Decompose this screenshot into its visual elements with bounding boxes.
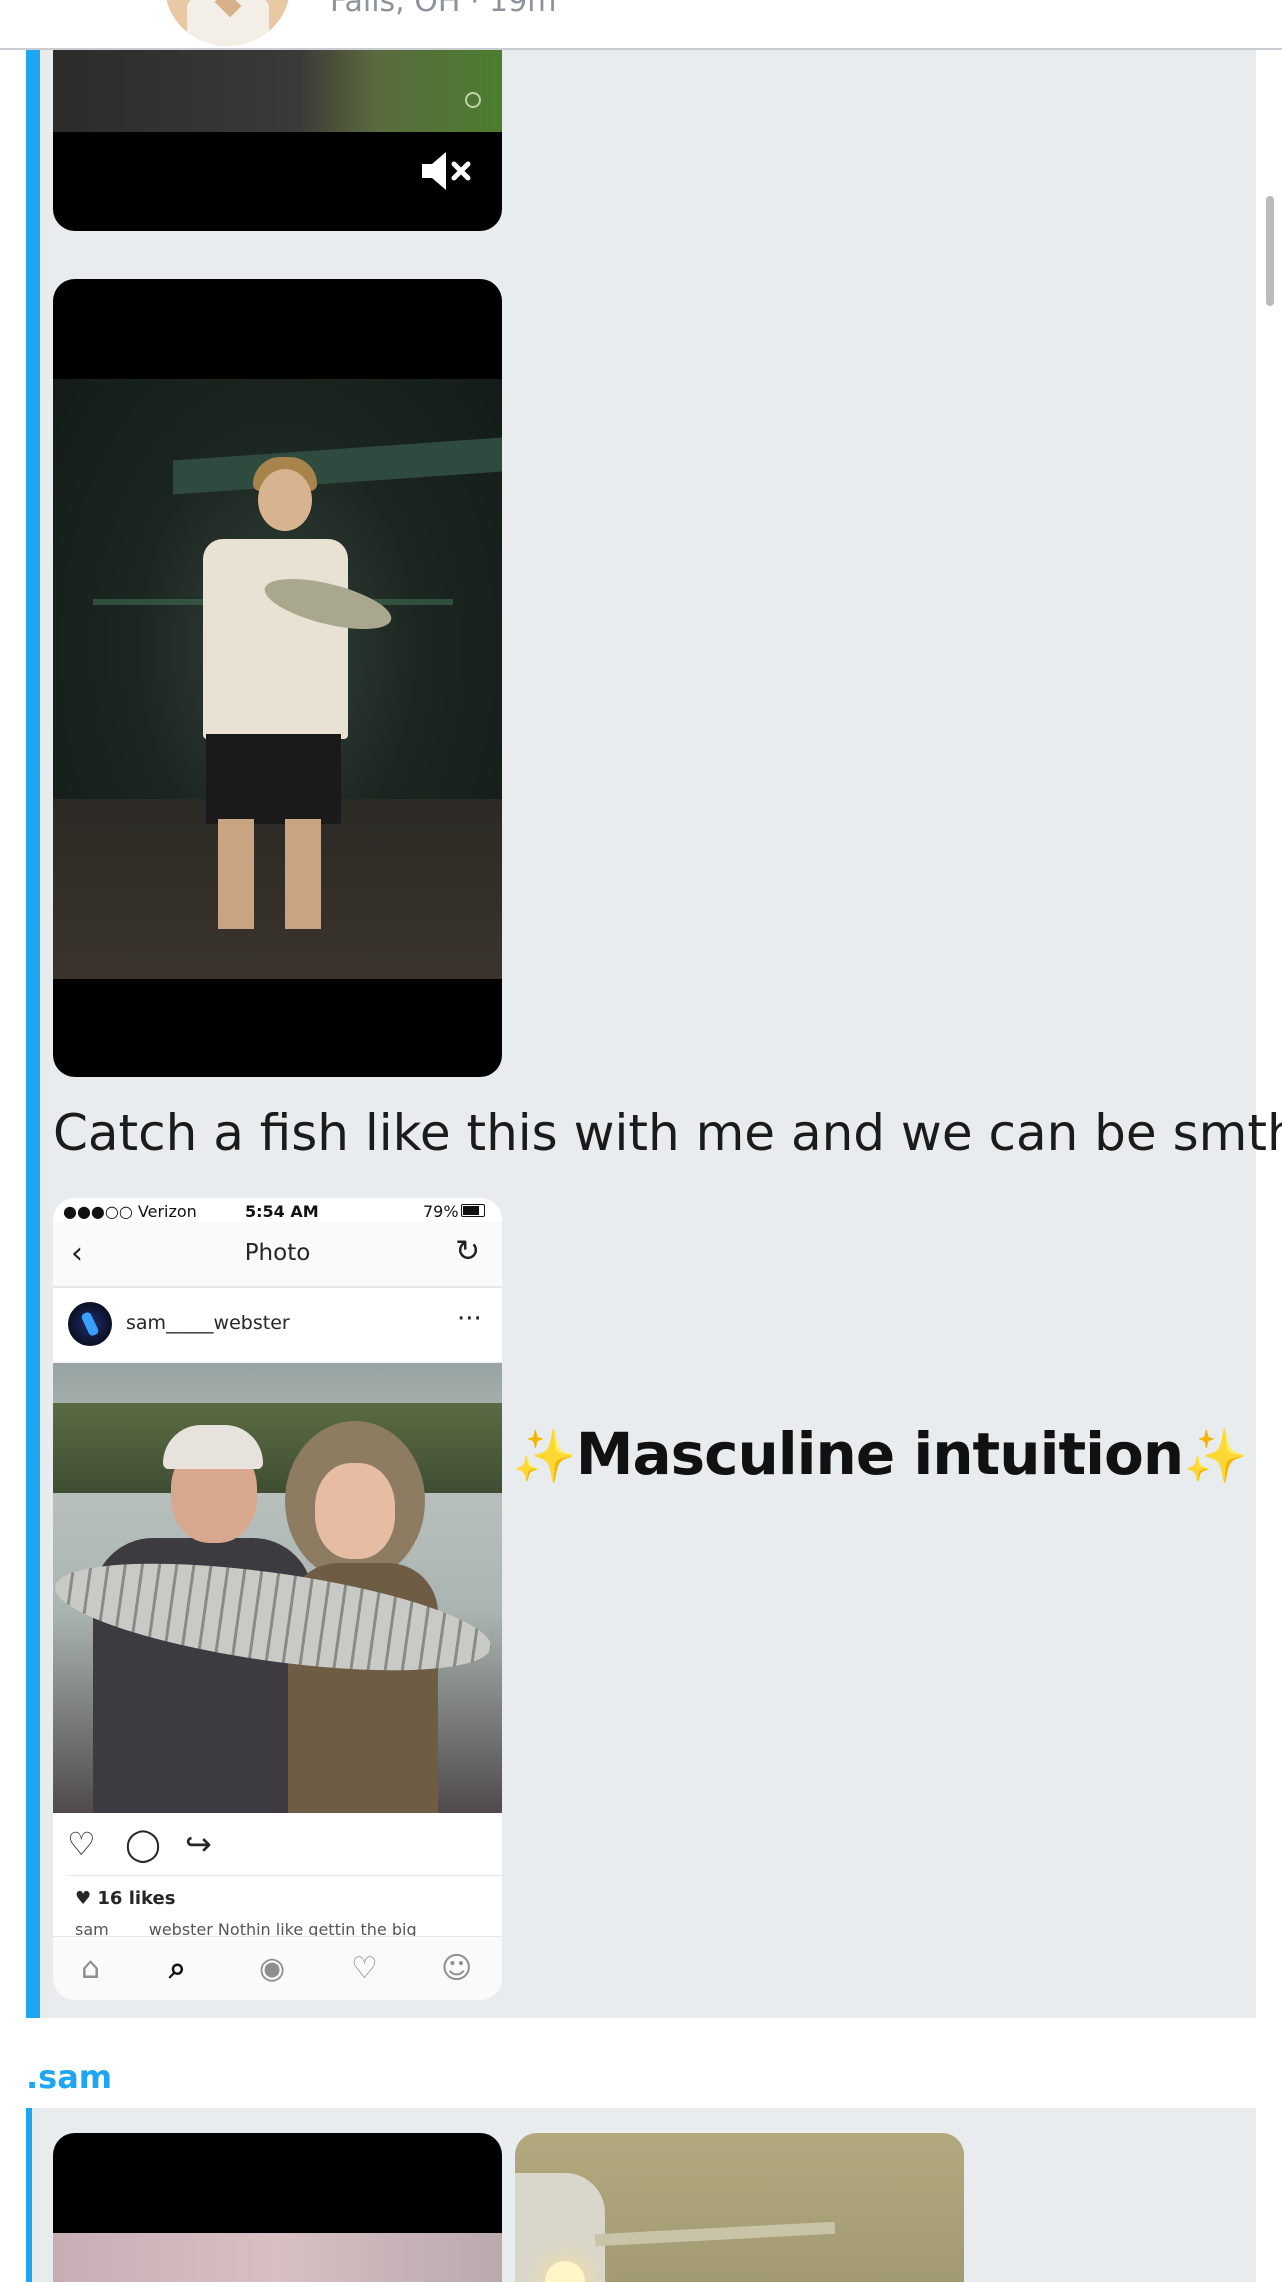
overlay-caption-text: Masculine intuition	[575, 1420, 1184, 1488]
post-accent-bar	[26, 48, 40, 2018]
profile-location: Falls, OH · 19m	[330, 0, 557, 19]
tree-line	[53, 1403, 502, 1493]
post-author[interactable]: .sam	[26, 2058, 112, 2096]
tab-bar: ⌂ ⌕ ◉ ♡ ☺	[53, 1936, 502, 2000]
fan-blade	[594, 2221, 836, 2247]
share-icon: ↪	[185, 1825, 212, 1863]
carrier-text: ●●●○○ Verizon	[63, 1202, 197, 1221]
home-icon: ⌂	[81, 1951, 101, 1986]
camera-icon: ◉	[259, 1951, 286, 1986]
speaker-mute-icon-svg	[422, 152, 471, 190]
video-watermark	[465, 92, 481, 108]
status-bar: ●●●○○ Verizon 5:54 AM 79%	[53, 1198, 502, 1222]
boat-canopy	[173, 437, 502, 495]
nav-title: Photo	[244, 1240, 311, 1266]
battery-icon	[461, 1204, 485, 1217]
video-thumbnail[interactable]	[53, 2133, 502, 2282]
activity-heart-icon: ♡	[351, 1951, 378, 1986]
heart-icon: ♡	[67, 1825, 96, 1863]
search-icon: ⌕	[169, 1951, 186, 1986]
person-leg	[218, 819, 254, 929]
photo-nav-bar: ‹ Photo ↻	[53, 1222, 502, 1288]
post-header: sam_____webster ···	[53, 1288, 502, 1363]
photo-thumbnail[interactable]	[515, 2133, 964, 2282]
fish-photo	[53, 379, 502, 979]
refresh-icon: ↻	[455, 1234, 481, 1269]
clock-text: 5:54 AM	[245, 1202, 319, 1221]
boat-deck	[53, 799, 502, 979]
boy-face	[315, 1463, 395, 1559]
person-shorts	[206, 734, 341, 824]
person-shirt	[203, 539, 348, 739]
person-leg	[285, 819, 321, 929]
post-actions: ♡ ◯ ↪	[67, 1815, 502, 1876]
fish-photo-card[interactable]	[53, 279, 502, 1077]
person-head	[258, 469, 312, 531]
video-player[interactable]	[53, 48, 502, 231]
speaker-mute-icon[interactable]	[413, 148, 483, 198]
scrollbar-thumb[interactable]	[1266, 196, 1274, 306]
sunset-sky	[53, 2233, 502, 2282]
fishing-photo	[53, 1363, 502, 1813]
user-avatar	[68, 1302, 112, 1346]
post-caption: Catch a fish like this with me and we ca…	[53, 1104, 1282, 1162]
video-frame	[53, 48, 502, 132]
likes-count: ♥ 16 likes	[75, 1888, 176, 1909]
instagram-screenshot[interactable]: ●●●○○ Verizon 5:54 AM 79% ‹ Photo ↻ sam_…	[53, 1198, 502, 2000]
more-options-icon: ···	[457, 1304, 482, 1334]
top-bar: Falls, OH · 19m	[0, 0, 1282, 50]
comment-icon: ◯	[125, 1825, 161, 1863]
sparkles-icon: ✨	[512, 1427, 577, 1487]
profile-avatar[interactable]	[165, 0, 290, 46]
post-accent-bar	[26, 2108, 32, 2282]
overlay-caption: ✨Masculine intuition✨	[512, 1420, 1248, 1488]
profile-icon: ☺	[441, 1951, 473, 1986]
battery-text: 79%	[423, 1202, 459, 1221]
sparkles-icon: ✨	[1183, 1427, 1248, 1487]
username: sam_____webster	[126, 1312, 290, 1334]
